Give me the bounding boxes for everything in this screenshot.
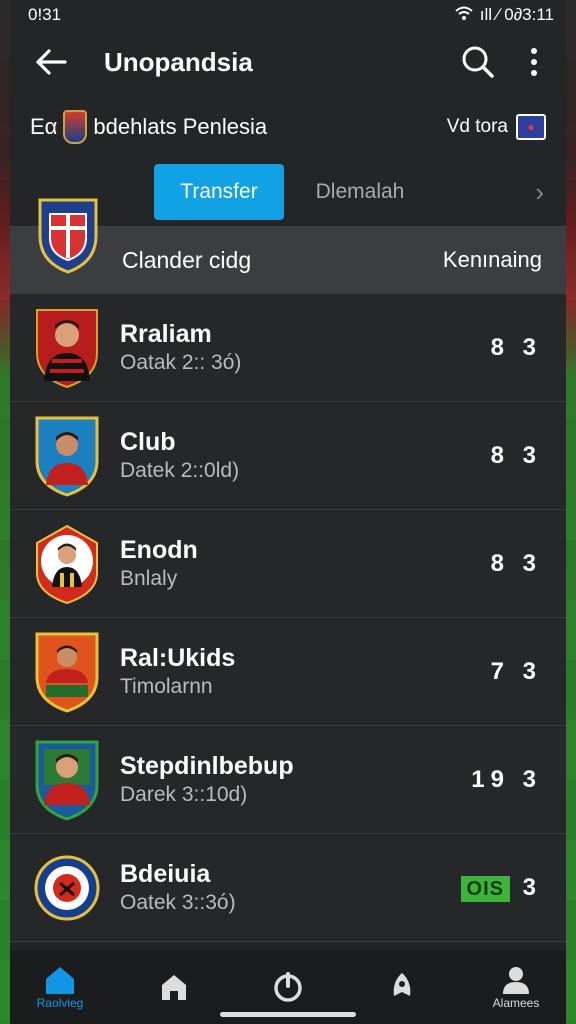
list-item[interactable]: Stepdinlbebup Darek 3::10d) 19 3 (10, 726, 566, 834)
status-indicators: ıll ⁄ 0∂3:11 (479, 5, 554, 24)
view-toggle[interactable]: Vd tora ● (447, 114, 546, 140)
nav-label-home: Raolvieg (36, 996, 84, 1010)
tv-icon: ● (516, 114, 546, 140)
status-right: ıll ⁄ 0∂3:11 (454, 5, 554, 26)
nav-item-rocket[interactable] (352, 950, 452, 1024)
player-name: Stepdinlbebup (120, 751, 294, 780)
list-item[interactable]: Ral:Ukids Timolarnn 7 3 (10, 618, 566, 726)
remaining-value: 8 3 (490, 549, 542, 577)
league-prefix: Eα (30, 114, 58, 139)
player-date: Datek 2::0ld) (120, 458, 240, 482)
league-name: bdehlats Penlesia (93, 114, 268, 139)
list-item[interactable]: Bdeiuia Oatek 3::3ó) OIS 3 (10, 834, 566, 942)
nav-item-profile[interactable]: Alamees (466, 950, 566, 1024)
list-item-text: Club Datek 2::0ld) (120, 427, 491, 485)
player-name: Enodn (120, 535, 198, 564)
list-item-text: Bdeiuia Oatek 3::3ó) (120, 859, 461, 917)
power-icon (274, 972, 302, 1002)
transfer-list: Rraliam Oatak 2:: 3ó) 8 3 Club Datek 2::… (10, 294, 566, 942)
list-item[interactable]: Enodn Bnlaly 8 3 (10, 510, 566, 618)
remaining-value: 8 3 (490, 441, 542, 469)
arrow-left-icon (36, 49, 67, 75)
remaining-value: 8 3 (490, 333, 542, 361)
league-crest-icon (63, 110, 88, 144)
page-title: Unopandsia (104, 46, 253, 77)
more-vertical-icon (531, 48, 537, 76)
player-date: Timolarnn (120, 674, 213, 698)
status-badge: OIS (460, 875, 510, 902)
player-date: Darek 3::10d) (120, 782, 248, 806)
player-avatar (34, 307, 100, 389)
list-item[interactable]: Rraliam Oatak 2:: 3ó) 8 3 (10, 294, 566, 402)
player-avatar (34, 631, 100, 713)
chevron-right-icon[interactable]: › (535, 177, 544, 208)
app-bar: Unopandsia (10, 30, 566, 94)
list-item-text: Enodn Bnlaly (120, 535, 491, 593)
tab-dlemalah[interactable]: Dlemalah (300, 164, 420, 220)
status-bar: 0!31 ıll ⁄ 0∂3:11 (0, 0, 576, 30)
player-name: Club (120, 427, 176, 456)
club-crest-icon (34, 847, 100, 929)
home-indicator[interactable] (220, 1012, 356, 1017)
player-avatar (34, 415, 100, 497)
player-avatar (34, 523, 100, 605)
player-avatar (34, 739, 100, 821)
column-header-club: Cland​er cidg (122, 246, 252, 273)
more-options-button[interactable] (510, 38, 558, 86)
rocket-icon (393, 973, 411, 996)
list-item-text: Rraliam Oatak 2:: 3ó) (120, 319, 491, 377)
nav-item-home[interactable]: Raolvieg (10, 950, 110, 1024)
player-name: Rraliam (120, 319, 212, 348)
status-time: 0!31 (28, 5, 62, 24)
search-icon (462, 46, 494, 78)
back-button[interactable] (24, 35, 78, 89)
remaining-value: 19 3 (471, 765, 542, 793)
player-name: Bdeiuia (120, 859, 211, 888)
search-button[interactable] (454, 38, 502, 86)
player-date: Bnlaly (120, 566, 178, 590)
player-name: Ral:Ukids (120, 643, 236, 672)
house-icon (162, 975, 186, 1000)
home-icon (46, 967, 74, 994)
nav-item-house[interactable] (124, 950, 224, 1024)
list-item[interactable]: Club Datek 2::0ld) 8 3 (10, 402, 566, 510)
club-crest-icon (36, 196, 100, 274)
nav-label-profile: Alamees (492, 996, 540, 1010)
wifi-icon (454, 5, 474, 26)
list-item-text: Stepdinlbebup Darek 3::10d) (120, 751, 471, 809)
user-icon (503, 967, 529, 994)
column-header-remaining: Kenınaing (442, 247, 542, 272)
view-toggle-label: Vd tora (446, 116, 508, 137)
remaining-number: 3 (522, 873, 542, 901)
league-info: Eα bdehlats Penlesia (30, 110, 447, 144)
table-header: Cland​er cidg Kenınaing (10, 198, 566, 294)
list-item-text: Ral:Ukids Timolarnn (120, 643, 491, 701)
player-date: Oatak 2:: 3ó) (120, 350, 242, 374)
tab-transfer[interactable]: Transfer (154, 164, 284, 220)
remaining-value: OIS 3 (460, 873, 542, 902)
remaining-value: 7 3 (490, 657, 542, 685)
league-header: Eα bdehlats Penlesia Vd tora ● (10, 96, 566, 158)
player-date: Oatek 3::3ó) (120, 890, 236, 914)
